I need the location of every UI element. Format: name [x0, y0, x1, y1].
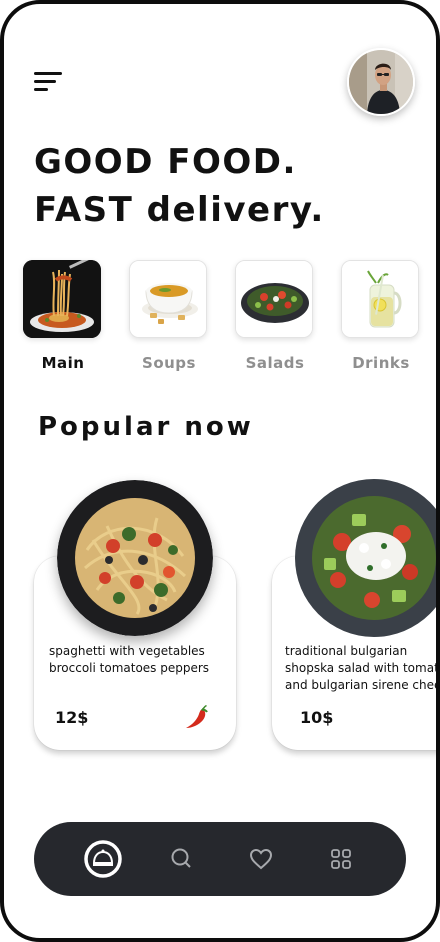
category-label: Drinks [352, 354, 410, 372]
profile-avatar[interactable] [347, 48, 415, 116]
spaghetti-fork-image [23, 260, 101, 338]
menu-icon[interactable] [34, 70, 68, 94]
category-drinks[interactable]: Drinks [341, 260, 421, 372]
category-label: Main [41, 354, 85, 372]
food-description: traditional bulgarian shopska salad with… [285, 644, 440, 692]
bottom-nav [34, 822, 406, 896]
category-salads[interactable]: Salads [235, 260, 315, 372]
title-line-1: GOOD FOOD. [34, 142, 297, 182]
page-title: GOOD FOOD. FAST delivery. [34, 138, 325, 234]
phone-screen: GOOD FOOD. FAST delivery. Main Soups Sal… [0, 0, 440, 942]
shopska-salad-plate-image [294, 478, 436, 638]
section-title: Popular now [38, 412, 254, 442]
home-cloche-icon[interactable] [84, 840, 122, 878]
food-price: 10$ [300, 708, 334, 727]
lemonade-jar-image [341, 260, 419, 338]
title-line-2: FAST delivery. [34, 190, 325, 230]
category-label: Salads [245, 354, 305, 372]
grid-icon[interactable] [323, 841, 359, 877]
food-price: 12$ [55, 708, 89, 727]
category-label: Soups [142, 354, 196, 372]
category-soups[interactable]: Soups [129, 260, 209, 372]
avatar-photo [349, 50, 413, 114]
salad-plate-image [235, 260, 313, 338]
category-main[interactable]: Main [23, 260, 103, 372]
chili-pepper-icon [182, 702, 212, 732]
spaghetti-plate-image [57, 480, 213, 636]
heart-icon[interactable] [243, 841, 279, 877]
search-icon[interactable] [164, 841, 200, 877]
soup-bowl-image [129, 260, 207, 338]
food-description: spaghetti with vegetables broccoli tomat… [49, 644, 210, 675]
